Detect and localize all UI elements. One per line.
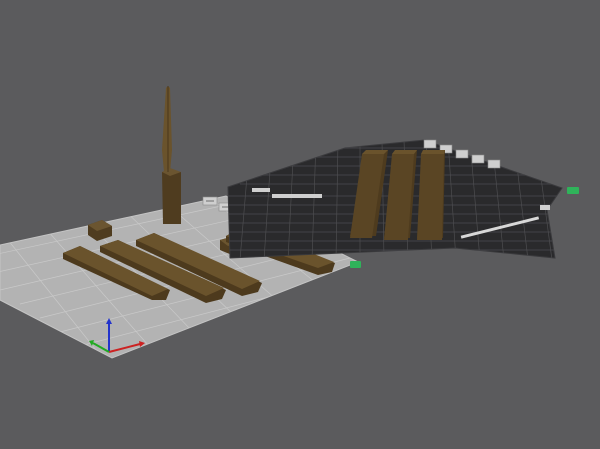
plate-lock-icon[interactable] [455,149,469,159]
plate-arrange-icon[interactable] [423,139,437,149]
plate-settings-icon[interactable] [471,154,485,164]
plate-corner-badge-icon[interactable] [350,261,361,268]
right-plate-objects [350,150,445,240]
spire-model[interactable] [162,86,181,224]
3d-viewport[interactable] [0,0,600,449]
plank-model[interactable] [417,150,445,240]
plate-edit-icon[interactable] [487,159,501,169]
right-build-plate[interactable] [227,139,579,260]
plate-corner-badge-icon[interactable] [567,187,579,194]
